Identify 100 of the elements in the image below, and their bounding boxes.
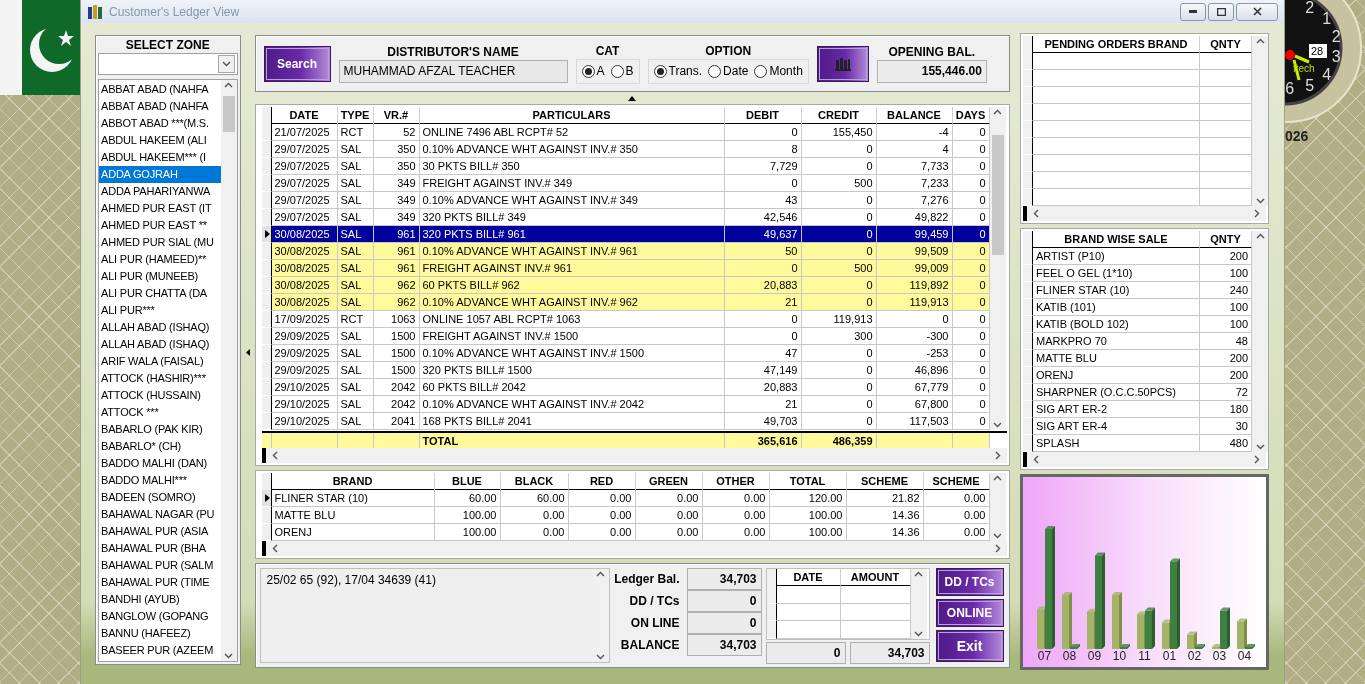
maximize-button[interactable] xyxy=(1208,2,1234,21)
zone-item[interactable]: BABARLO* (CH) xyxy=(99,438,221,455)
scroll-right-icon[interactable] xyxy=(995,544,1001,553)
zone-item[interactable]: BAHAWAL PUR (SALM xyxy=(99,557,221,574)
zone-item[interactable]: ABBOT ABAD ***(M.S. xyxy=(99,115,221,132)
scroll-up-icon[interactable] xyxy=(1255,233,1265,239)
row-header[interactable] xyxy=(261,124,272,141)
row-header[interactable] xyxy=(261,175,272,192)
row-header[interactable] xyxy=(261,362,272,379)
row-header[interactable] xyxy=(1023,138,1033,155)
row-header[interactable] xyxy=(261,243,272,260)
zone-item[interactable]: AHMED PUR EAST (IT xyxy=(99,200,221,217)
zone-item[interactable]: BANNU (HAFEEZ) xyxy=(99,625,221,642)
row-header[interactable] xyxy=(261,524,272,541)
scroll-down-icon[interactable] xyxy=(993,422,1002,428)
row-header[interactable] xyxy=(261,345,272,362)
row-header[interactable] xyxy=(261,490,272,507)
scroll-right-icon[interactable] xyxy=(1254,209,1260,218)
zone-item[interactable]: ABBAT ABAD (NAHFA xyxy=(99,98,221,115)
scroll-up-icon[interactable] xyxy=(1255,38,1265,44)
scroll-right-icon[interactable] xyxy=(1254,455,1260,464)
row-header[interactable] xyxy=(1023,231,1033,249)
row-header[interactable] xyxy=(261,379,272,396)
row-header[interactable] xyxy=(766,569,777,587)
scroll-down-icon[interactable] xyxy=(221,61,231,67)
row-header[interactable] xyxy=(261,192,272,209)
zone-item[interactable]: ABDUL HAKEEM (ALI xyxy=(99,132,221,149)
zone-item[interactable]: BADEEN (SOMRO) xyxy=(99,489,221,506)
zone-item[interactable]: ALI PUR*** xyxy=(99,302,221,319)
scroll-down-icon[interactable] xyxy=(596,654,605,660)
row-header[interactable] xyxy=(1023,367,1033,384)
zone-item[interactable]: AHMED PUR EAST ** xyxy=(99,217,221,234)
row-header[interactable] xyxy=(1023,53,1033,70)
radio-button[interactable]: Month xyxy=(754,64,803,78)
row-header[interactable] xyxy=(261,226,272,243)
zone-item[interactable]: BASEER PUR (AZEEM xyxy=(99,642,221,659)
vertical-scrollbar[interactable] xyxy=(1252,36,1268,206)
row-header[interactable] xyxy=(261,260,272,277)
row-header[interactable] xyxy=(261,141,272,158)
row-header[interactable] xyxy=(1023,350,1033,367)
scrollbar-thumb[interactable] xyxy=(222,96,235,132)
zone-item[interactable]: ADDA PAHARIYANWA xyxy=(99,183,221,200)
row-header[interactable] xyxy=(1023,104,1033,121)
row-header[interactable] xyxy=(261,277,272,294)
splitter-arrow-icon[interactable] xyxy=(245,349,250,356)
row-header[interactable] xyxy=(1023,36,1033,54)
scroll-down-icon[interactable] xyxy=(1255,444,1265,450)
row-header[interactable] xyxy=(766,621,777,639)
zone-item[interactable]: ALLAH ABAD (ISHAQ) xyxy=(99,319,221,336)
scrollbar-thumb[interactable] xyxy=(991,135,1004,255)
row-header[interactable] xyxy=(261,158,272,175)
action-button[interactable]: DD / TCs xyxy=(935,568,1004,596)
row-header[interactable] xyxy=(1023,121,1033,138)
zone-item[interactable]: ALI PUR (HAMEED)** xyxy=(99,251,221,268)
scroll-left-icon[interactable] xyxy=(1033,455,1039,464)
horizontal-scrollbar[interactable] xyxy=(1023,452,1266,467)
zone-item[interactable]: ARIF WALA (FAISAL) xyxy=(99,353,221,370)
scroll-right-icon[interactable] xyxy=(995,451,1001,460)
notes-box[interactable]: 25/02 65 (92), 17/04 34639 (41) xyxy=(259,568,610,663)
row-header[interactable] xyxy=(261,209,272,226)
distributor-name-field[interactable]: MUHAMMAD AFZAL TEACHER xyxy=(338,59,568,83)
scroll-down-icon[interactable] xyxy=(224,653,234,659)
zone-item[interactable]: ATTOCK (HASHIR)*** xyxy=(99,370,221,387)
zone-item[interactable]: BAHAWAL PUR (BHA xyxy=(99,540,221,557)
row-header[interactable] xyxy=(261,473,272,491)
zone-item[interactable]: BAHAWAL NAGAR (PU xyxy=(99,506,221,523)
vertical-scrollbar[interactable] xyxy=(220,80,237,661)
row-header[interactable] xyxy=(766,586,777,604)
row-header[interactable] xyxy=(1023,401,1033,418)
row-header[interactable] xyxy=(1023,282,1033,299)
row-header[interactable] xyxy=(1023,384,1033,401)
row-header[interactable] xyxy=(1023,265,1033,282)
radio-button[interactable]: Trans. xyxy=(653,64,703,78)
scroll-up-icon[interactable] xyxy=(993,475,1002,481)
zone-item[interactable]: ATTOCK (HUSSAIN) xyxy=(99,387,221,404)
zone-item[interactable]: ALLAH ABAD (ISHAQ) xyxy=(99,336,221,353)
zone-item[interactable]: ADDA GOJRAH xyxy=(99,166,221,183)
zone-item[interactable]: BAHAWAL PUR (ASIA xyxy=(99,523,221,540)
scroll-down-icon[interactable] xyxy=(914,631,923,637)
row-header[interactable] xyxy=(766,603,777,622)
row-header[interactable] xyxy=(1023,435,1033,452)
zone-item[interactable]: BANGLOW (GOPANG xyxy=(99,608,221,625)
scroll-left-icon[interactable] xyxy=(271,451,278,460)
horizontal-scrollbar[interactable] xyxy=(261,448,1007,463)
zone-item[interactable]: BABARLO (PAK KIR) xyxy=(99,421,221,438)
row-header[interactable] xyxy=(261,311,272,328)
action-button[interactable]: ONLINE xyxy=(935,599,1004,627)
horizontal-scrollbar[interactable] xyxy=(261,541,1007,556)
vertical-scrollbar[interactable] xyxy=(1252,231,1268,452)
row-header[interactable] xyxy=(1023,299,1033,316)
row-header[interactable] xyxy=(261,294,272,311)
scroll-up-icon[interactable] xyxy=(993,109,1002,115)
zone-item[interactable]: ABBAT ABAD (NAHFA xyxy=(99,81,221,98)
row-header[interactable] xyxy=(1023,316,1033,333)
row-header[interactable] xyxy=(1023,87,1033,104)
zone-item[interactable]: BADDO MALHI*** xyxy=(99,472,221,489)
zone-item[interactable]: ATTOCK *** xyxy=(99,404,221,421)
row-header[interactable] xyxy=(1023,333,1033,350)
scroll-down-icon[interactable] xyxy=(1255,198,1265,204)
scroll-up-icon[interactable] xyxy=(224,82,234,88)
